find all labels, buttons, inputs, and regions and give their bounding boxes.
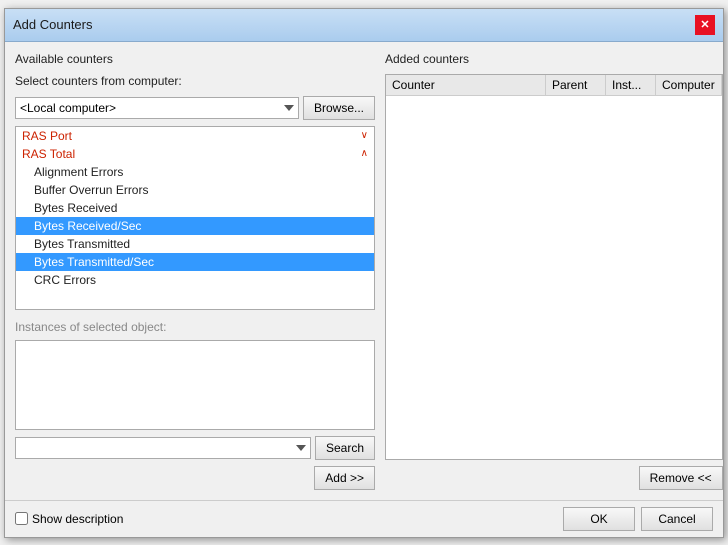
counter-item[interactable]: RAS Port∨ xyxy=(16,127,374,145)
col-header-computer: Computer xyxy=(656,75,722,95)
counter-item[interactable]: Alignment Errors xyxy=(16,163,374,181)
computer-select[interactable]: <Local computer> xyxy=(15,97,299,119)
col-header-parent: Parent xyxy=(546,75,606,95)
counter-item[interactable]: Buffer Overrun Errors xyxy=(16,181,374,199)
bottom-bar: Show description OK Cancel xyxy=(5,500,723,537)
col-header-inst: Inst... xyxy=(606,75,656,95)
dialog-body: Available counters Select counters from … xyxy=(5,42,723,500)
browse-button[interactable]: Browse... xyxy=(303,96,375,120)
counters-list: RAS Port∨RAS Total∧Alignment ErrorsBuffe… xyxy=(15,126,375,310)
show-description-checkbox[interactable] xyxy=(15,512,28,525)
search-row: Search xyxy=(15,436,375,460)
counter-item[interactable]: Bytes Received/Sec xyxy=(16,217,374,235)
available-counters-label: Available counters xyxy=(15,52,375,66)
add-row: Add >> xyxy=(15,466,375,490)
remove-button[interactable]: Remove << xyxy=(639,466,723,490)
search-button[interactable]: Search xyxy=(315,436,375,460)
title-bar: Add Counters ✕ xyxy=(5,9,723,42)
close-button[interactable]: ✕ xyxy=(695,15,715,35)
left-panel: Available counters Select counters from … xyxy=(15,52,375,490)
add-button[interactable]: Add >> xyxy=(314,466,375,490)
search-combo[interactable] xyxy=(15,437,311,459)
counters-list-wrapper: RAS Port∨RAS Total∧Alignment ErrorsBuffe… xyxy=(15,126,375,310)
counter-item[interactable]: RAS Total∧ xyxy=(16,145,374,163)
ok-cancel-row: OK Cancel xyxy=(563,507,713,531)
counter-item[interactable]: Bytes Transmitted/Sec xyxy=(16,253,374,271)
show-description-label: Show description xyxy=(32,512,123,526)
cancel-button[interactable]: Cancel xyxy=(641,507,713,531)
counter-item[interactable]: CRC Errors xyxy=(16,271,374,289)
counter-item[interactable]: Bytes Received xyxy=(16,199,374,217)
computer-row: <Local computer> Browse... xyxy=(15,96,375,120)
instances-label: Instances of selected object: xyxy=(15,320,375,334)
right-panel: Added counters Counter Parent Inst... Co… xyxy=(385,52,723,490)
show-description-row: Show description xyxy=(15,512,555,526)
select-label: Select counters from computer: xyxy=(15,74,375,88)
instances-box[interactable] xyxy=(15,340,375,430)
added-counters-label: Added counters xyxy=(385,52,723,66)
counter-item[interactable]: Bytes Transmitted xyxy=(16,235,374,253)
add-counters-dialog: Add Counters ✕ Available counters Select… xyxy=(4,8,724,538)
dialog-title: Add Counters xyxy=(13,17,93,32)
remove-row: Remove << xyxy=(385,466,723,490)
col-header-counter: Counter xyxy=(386,75,546,95)
ok-button[interactable]: OK xyxy=(563,507,635,531)
added-counters-table: Counter Parent Inst... Computer xyxy=(385,74,723,460)
table-header: Counter Parent Inst... Computer xyxy=(386,75,722,96)
